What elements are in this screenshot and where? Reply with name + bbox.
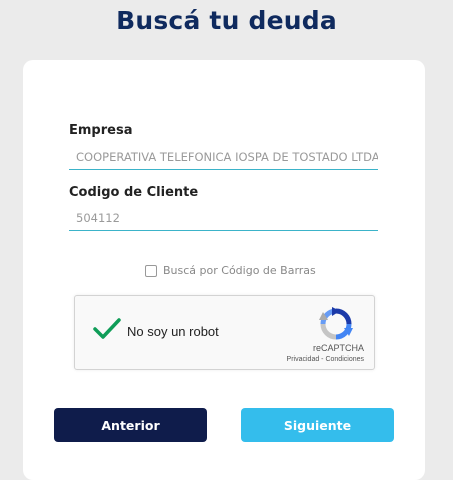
recaptcha-widget: No soy un robot reCAPTCHA Privacidad - C… [74,295,375,370]
check-icon[interactable] [92,317,122,341]
captcha-label: No soy un robot [127,324,219,339]
recaptcha-brand: reCAPTCHA [312,343,364,353]
barcode-option[interactable]: Buscá por Código de Barras [145,264,316,277]
cliente-label: Codigo de Cliente [69,185,199,200]
next-button[interactable]: Siguiente [241,408,394,442]
recaptcha-logo-icon [319,307,353,340]
previous-button[interactable]: Anterior [54,408,207,442]
empresa-field[interactable] [69,144,378,170]
cliente-field[interactable] [69,205,378,231]
recaptcha-links: Privacidad - Condiciones [287,356,364,363]
page-title: Buscá tu deuda [116,6,337,35]
barcode-checkbox[interactable] [145,264,157,277]
barcode-label: Buscá por Código de Barras [163,264,316,277]
empresa-label: Empresa [69,123,133,138]
privacy-link[interactable]: Privacidad [287,356,320,363]
terms-link[interactable]: Condiciones [325,356,364,363]
search-debt-card: Empresa Codigo de Cliente Buscá por Códi… [23,60,425,480]
